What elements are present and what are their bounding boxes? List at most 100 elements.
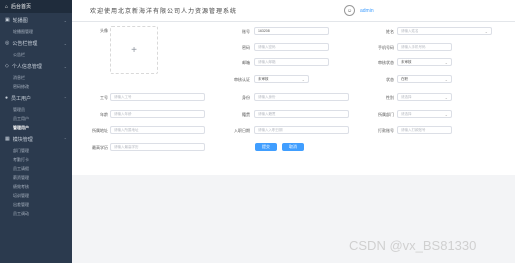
sidebar-item-notice[interactable]: 公告栏: [0, 50, 72, 59]
review-select[interactable]: 未审核 ⌄: [254, 75, 309, 83]
gender-placeholder: 请选择: [401, 94, 412, 99]
sidebar-item-transfer[interactable]: 员工调动: [0, 209, 72, 218]
sidebar-home-label: 后台首页: [11, 4, 32, 10]
sidebar-item-carousel-manage[interactable]: 轮播图管理: [0, 27, 72, 36]
sidebar-group-label: 轮播图: [12, 17, 28, 24]
email-input[interactable]: 请输入邮箱: [254, 58, 329, 66]
gender-select[interactable]: 请选择 ⌄: [397, 93, 452, 101]
info-icon: ◇: [5, 63, 9, 69]
sidebar-item-attendance[interactable]: 考勤打卡: [0, 155, 72, 164]
sidebar-group-carousel[interactable]: ▣ 轮播图 ⌄: [0, 13, 72, 27]
sidebar-home[interactable]: ⌂ 后台首页: [0, 0, 72, 13]
phone-input[interactable]: 请输入手机号码: [397, 43, 452, 51]
entry-date-label: 入职日期: [234, 128, 250, 133]
user-icon: ●: [5, 95, 9, 101]
sidebar-group-users[interactable]: ● 员工用户 ⌃: [0, 91, 72, 105]
email-label: 邮箱: [242, 60, 250, 65]
id-label: 身份: [242, 95, 250, 100]
user-icon: ☺: [346, 7, 353, 14]
chevron-down-icon: ⌄: [444, 77, 448, 82]
sidebar-group-label: 模块管理: [12, 136, 33, 143]
sidebar-item-staff[interactable]: 员工用户: [0, 114, 72, 123]
age-label: 年龄: [100, 112, 108, 117]
avatar-upload[interactable]: +: [110, 26, 158, 74]
grid-icon: ▦: [5, 136, 10, 142]
status-select[interactable]: 在职 ⌄: [397, 75, 452, 83]
dept-select[interactable]: 请选择 ⌄: [397, 110, 452, 118]
name-input[interactable]: 请输入姓名 ⌄: [397, 27, 492, 35]
native-input[interactable]: 请输入籍贯: [254, 110, 349, 118]
sidebar-group-notice[interactable]: ◎ 公告栏管理 ⌄: [0, 36, 72, 50]
sidebar-item-dept[interactable]: 部门管理: [0, 146, 72, 155]
chevron-down-icon: ⌄: [484, 29, 488, 34]
watermark: CSDN @vx_BS81330: [349, 238, 477, 253]
sidebar-item-manager[interactable]: 管理用户: [0, 123, 72, 132]
bank-label: 打款账号: [378, 128, 394, 133]
chevron-down-icon: ⌄: [301, 77, 305, 82]
avatar[interactable]: ☺: [344, 5, 355, 16]
chevron-down-icon: ⌄: [444, 95, 448, 100]
sidebar-group-profile[interactable]: ◇ 个人信息管理 ⌄: [0, 59, 72, 73]
age-input[interactable]: 请输入年龄: [110, 110, 205, 118]
password-label: 密码: [242, 45, 250, 50]
user-menu[interactable]: ☺ admin: [344, 5, 374, 16]
job-label: 工号: [100, 95, 108, 100]
audit-select[interactable]: 未审核 ⌄: [397, 58, 452, 66]
chevron-up-icon: ⌃: [63, 136, 67, 142]
username[interactable]: admin: [360, 8, 374, 14]
chevron-down-icon: ⌄: [444, 60, 448, 65]
avatar-label: 头像: [100, 28, 108, 33]
welcome-text: 欢迎使用北京新海洋有限公司人力资源管理系统: [90, 9, 238, 15]
name-placeholder: 请输入姓名: [401, 28, 419, 33]
bank-input[interactable]: 请输入打款账号: [397, 126, 452, 134]
degree-label: 最高学历: [92, 145, 108, 150]
chevron-down-icon: ⌄: [63, 40, 67, 46]
sidebar-item-travel[interactable]: 出差管理: [0, 200, 72, 209]
sidebar-group-label: 个人信息管理: [11, 63, 42, 70]
sidebar-item-performance[interactable]: 绩效考核: [0, 182, 72, 191]
image-icon: ▣: [5, 17, 10, 23]
entry-date-input[interactable]: 请输入入职日期: [254, 126, 349, 134]
native-label: 籍贯: [242, 112, 250, 117]
phone-label: 手机号码: [378, 45, 394, 50]
notice-icon: ◎: [5, 40, 10, 46]
account-label: 账号: [242, 29, 250, 34]
chevron-down-icon: ⌄: [63, 17, 67, 23]
status-value: 在职: [401, 76, 408, 81]
chevron-down-icon: ⌄: [444, 112, 448, 117]
sidebar-item-leave[interactable]: 员工请假: [0, 164, 72, 173]
review-label: 审核认证: [234, 77, 250, 82]
plus-icon: +: [131, 44, 137, 56]
name-label: 姓名: [386, 29, 394, 34]
cancel-button[interactable]: 取消: [282, 143, 304, 151]
status-label: 状态: [386, 77, 394, 82]
address-label: 所属地址: [92, 128, 108, 133]
home-icon: ⌂: [5, 3, 9, 10]
sidebar-group-label: 员工用户: [11, 95, 32, 102]
dept-placeholder: 请选择: [401, 111, 412, 116]
dept-label: 所属部门: [378, 112, 394, 117]
sidebar-item-admin[interactable]: 管理员: [0, 105, 72, 114]
account-input[interactable]: 163208: [254, 27, 329, 35]
gender-label: 性别: [386, 95, 394, 100]
audit-value: 未审核: [401, 59, 412, 64]
top-header: 欢迎使用北京新海洋有限公司人力资源管理系统 ☺ admin: [72, 0, 515, 22]
password-input[interactable]: 请输入密码: [254, 43, 329, 51]
sidebar-item-password[interactable]: 密码修改: [0, 82, 72, 91]
sidebar-group-modules[interactable]: ▦ 模块管理 ⌃: [0, 132, 72, 146]
sidebar-item-training[interactable]: 培训管理: [0, 191, 72, 200]
sidebar-group-label: 公告栏管理: [12, 40, 38, 47]
audit-label: 审核状态: [378, 60, 394, 65]
submit-button[interactable]: 提交: [255, 143, 277, 151]
job-input[interactable]: 请输入工号: [110, 93, 205, 101]
id-input[interactable]: 请输入身份: [254, 93, 349, 101]
chevron-up-icon: ⌃: [63, 95, 67, 101]
sidebar-item-salary[interactable]: 薪资管理: [0, 173, 72, 182]
sidebar: ⌂ 后台首页 ▣ 轮播图 ⌄ 轮播图管理 ◎ 公告栏管理 ⌄ 公告栏 ◇ 个人信息管理 ⌄ 消…: [0, 0, 72, 263]
chevron-down-icon: ⌄: [63, 63, 67, 69]
degree-input[interactable]: 请输入最高学历: [110, 143, 205, 151]
review-value: 未审核: [258, 76, 269, 81]
sidebar-item-messages[interactable]: 消息栏: [0, 73, 72, 82]
user-form: 头像 + 账号 163208 姓名 请输入姓名 ⌄ 密码 请输入密码 手机号码 请…: [72, 22, 515, 175]
address-input[interactable]: 请输入所属地址: [110, 126, 205, 134]
